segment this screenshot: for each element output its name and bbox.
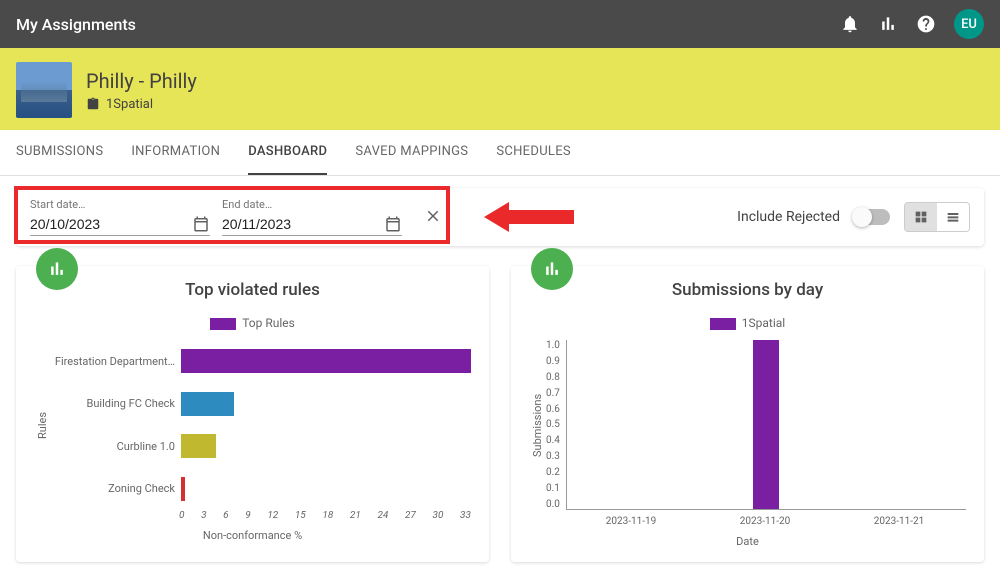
- start-date-label: Start date…: [30, 198, 210, 211]
- view-toggle: [904, 202, 970, 232]
- end-date-field: End date…: [222, 198, 402, 236]
- avatar[interactable]: EU: [954, 9, 984, 39]
- category-label: Building FC Check: [51, 397, 181, 410]
- clipboard-icon: [86, 97, 100, 111]
- vbar-col: [833, 340, 966, 509]
- tab-schedules[interactable]: SCHEDULES: [496, 130, 571, 175]
- include-rejected-toggle[interactable]: [854, 209, 890, 225]
- grid-view-button[interactable]: [905, 203, 937, 231]
- help-icon[interactable]: [916, 14, 936, 34]
- y-axis-label: Submissions: [529, 340, 546, 510]
- chart-title: Top violated rules: [34, 280, 471, 300]
- y-axis-label: Rules: [34, 340, 51, 510]
- chart-legend: 1Spatial: [529, 316, 966, 330]
- grid-icon: [913, 209, 929, 225]
- bar: [181, 434, 216, 458]
- bell-icon[interactable]: [840, 14, 860, 34]
- hbar-row: Firestation Department…: [51, 340, 471, 383]
- category-label: Curbline 1.0: [51, 440, 181, 453]
- project-org-text: 1Spatial: [106, 97, 153, 112]
- close-icon[interactable]: [424, 207, 442, 225]
- calendar-icon[interactable]: [192, 215, 210, 233]
- chart-badge: [531, 248, 573, 290]
- page-title: My Assignments: [16, 15, 840, 34]
- project-info: Philly - Philly 1Spatial: [86, 69, 197, 112]
- end-date-input[interactable]: [222, 216, 362, 232]
- tabs: SUBMISSIONS INFORMATION DASHBOARD SAVED …: [0, 130, 1000, 176]
- y-axis-ticks: 1.00.90.80.70.60.50.40.30.20.10.0: [546, 340, 566, 510]
- charts-row: Top violated rules Top Rules Rules Fires…: [0, 246, 1000, 572]
- tab-saved-mappings[interactable]: SAVED MAPPINGS: [355, 130, 468, 175]
- filter-right: Include Rejected: [737, 202, 970, 232]
- end-date-label: End date…: [222, 198, 402, 211]
- hbar-plot: Rules Firestation Department… Building FC…: [34, 340, 471, 510]
- chart-icon: [47, 259, 67, 279]
- filter-bar: Start date… End date… Include Rejected: [16, 188, 984, 246]
- bar: [181, 477, 185, 501]
- bar: [181, 392, 234, 416]
- category-label: Firestation Department…: [51, 355, 181, 368]
- calendar-icon[interactable]: [384, 215, 402, 233]
- tab-dashboard[interactable]: DASHBOARD: [248, 130, 327, 175]
- chart-submissions-by-day: Submissions by day 1Spatial Submissions …: [511, 266, 984, 562]
- start-date-field: Start date…: [30, 198, 210, 236]
- vbar-plot: Submissions 1.00.90.80.70.60.50.40.30.20…: [529, 340, 966, 510]
- legend-swatch: [210, 318, 236, 330]
- chart-icon[interactable]: [878, 14, 898, 34]
- x-axis-ticks: 03691215182124273033: [179, 510, 471, 521]
- chart-badge: [36, 248, 78, 290]
- project-header: Philly - Philly 1Spatial: [0, 50, 1000, 130]
- bar: [753, 340, 779, 509]
- tab-information[interactable]: INFORMATION: [131, 130, 220, 175]
- chart-top-violated-rules: Top violated rules Top Rules Rules Fires…: [16, 266, 489, 562]
- chart-legend: Top Rules: [34, 316, 471, 330]
- include-rejected-label: Include Rejected: [737, 209, 840, 225]
- hbar-row: Zoning Check: [51, 468, 471, 511]
- list-view-button[interactable]: [937, 203, 969, 231]
- app-topbar: My Assignments EU: [0, 0, 1000, 48]
- tab-submissions[interactable]: SUBMISSIONS: [16, 130, 103, 175]
- x-axis-ticks: 2023-11-192023-11-202023-11-21: [564, 510, 966, 527]
- bar: [181, 349, 471, 373]
- vbar-col: [700, 340, 833, 509]
- project-title: Philly - Philly: [86, 69, 197, 93]
- x-axis-label: Date: [529, 535, 966, 548]
- topbar-actions: EU: [840, 9, 984, 39]
- list-icon: [945, 209, 961, 225]
- chart-title: Submissions by day: [529, 280, 966, 300]
- start-date-input[interactable]: [30, 216, 170, 232]
- annotation-arrow: [484, 202, 574, 232]
- chart-icon: [542, 259, 562, 279]
- x-axis-label: Non-conformance %: [34, 529, 471, 542]
- legend-swatch: [710, 318, 736, 330]
- category-label: Zoning Check: [51, 482, 181, 495]
- vbar-col: [567, 340, 700, 509]
- hbar-row: Curbline 1.0: [51, 425, 471, 468]
- project-org: 1Spatial: [86, 97, 197, 112]
- date-range: Start date… End date…: [30, 198, 442, 236]
- project-thumbnail: [16, 62, 72, 118]
- hbar-row: Building FC Check: [51, 383, 471, 426]
